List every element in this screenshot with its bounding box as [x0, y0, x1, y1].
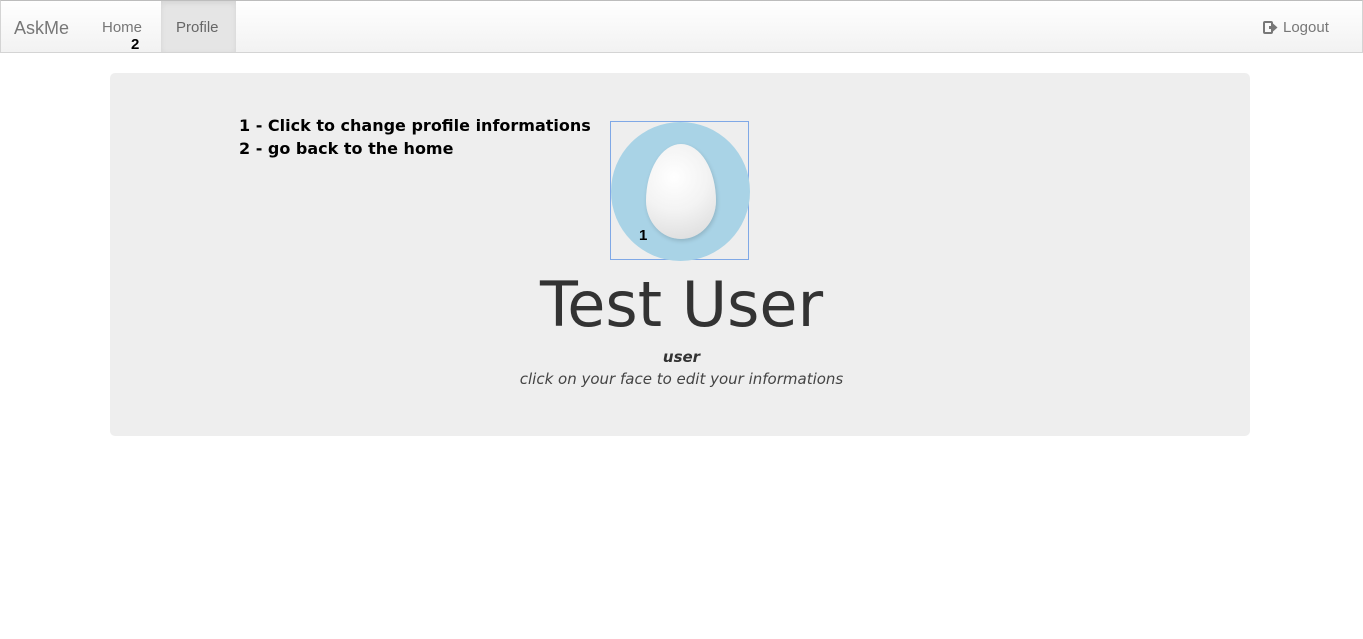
annotation-marker-2: 2 — [131, 36, 140, 53]
egg-avatar-icon — [646, 144, 716, 239]
brand-link[interactable]: AskMe — [14, 18, 69, 39]
nav-profile-label: Profile — [176, 19, 219, 36]
sign-out-icon — [1263, 21, 1278, 34]
nav-home[interactable]: Home — [102, 19, 142, 36]
profile-edit-hint: click on your face to edit your informat… — [519, 370, 844, 388]
annotation-marker-1: 1 — [639, 227, 648, 244]
profile-role: user — [662, 348, 701, 366]
top-navbar: AskMe Home Profile Logout — [0, 0, 1363, 53]
instructions: 1 - Click to change profile informations… — [239, 114, 591, 160]
avatar-button[interactable] — [610, 121, 750, 261]
logout-button[interactable]: Logout — [1263, 19, 1329, 36]
profile-name: Test User — [539, 268, 824, 341]
logout-label: Logout — [1283, 19, 1329, 36]
instruction-line-2: 2 - go back to the home — [239, 139, 454, 158]
avatar-circle — [611, 122, 750, 261]
instruction-line-1: 1 - Click to change profile informations — [239, 116, 591, 135]
nav-profile[interactable]: Profile — [161, 1, 236, 52]
